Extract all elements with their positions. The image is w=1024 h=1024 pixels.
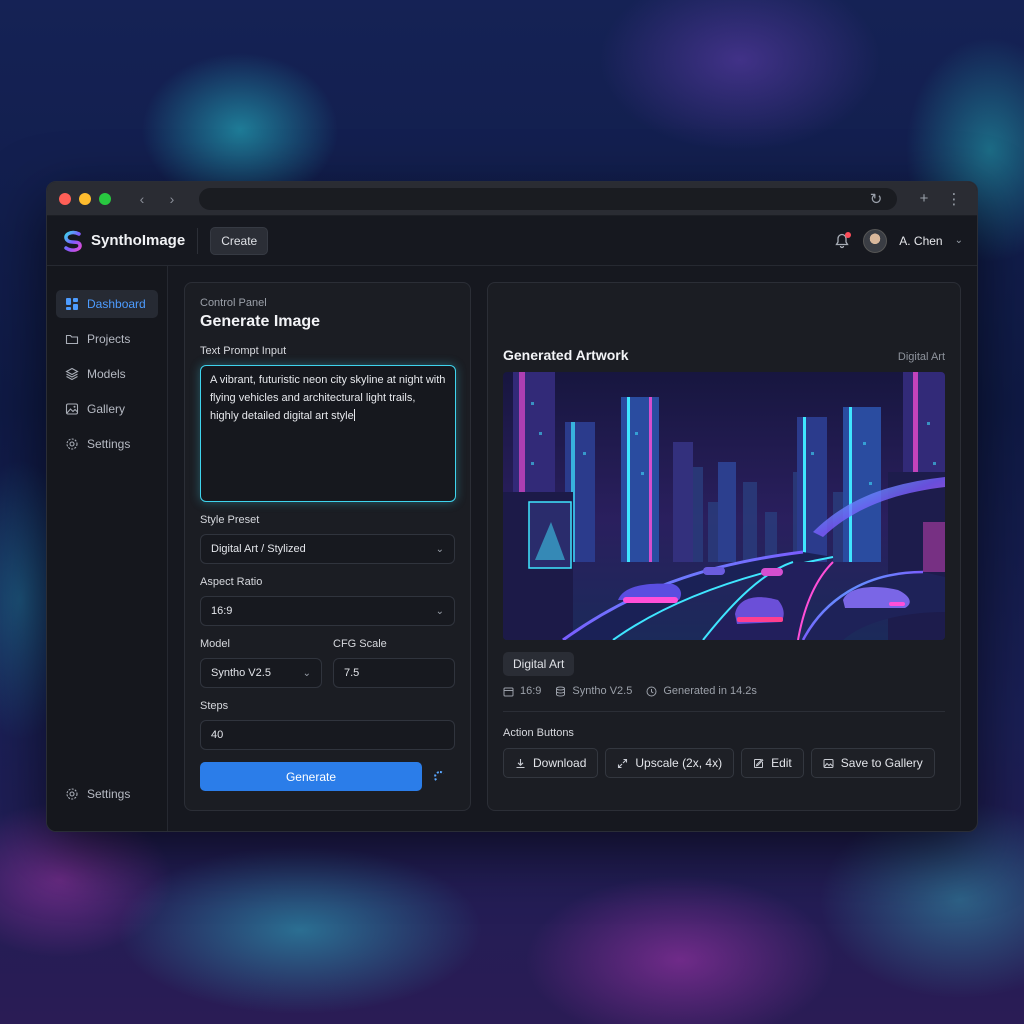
- dashboard-icon: [66, 298, 78, 310]
- maximize-window-button[interactable]: [99, 192, 111, 205]
- upscale-label: Upscale (2x, 4x): [635, 756, 723, 770]
- notification-badge: [845, 231, 852, 238]
- chevron-down-icon: ⌄: [435, 605, 444, 617]
- download-label: Download: [533, 756, 587, 770]
- artwork-metadata: 16:9 Syntho V2.5 Generated in 14.2s: [503, 685, 945, 712]
- header-divider: [197, 227, 199, 254]
- aspect-ratio-value: 16:9: [211, 605, 233, 617]
- sidebar-item-gallery[interactable]: Gallery: [56, 395, 158, 423]
- user-name[interactable]: A. Chen: [899, 234, 942, 248]
- new-tab-icon[interactable]: +: [913, 190, 935, 207]
- meta-aspect-ratio-value: 16:9: [520, 685, 542, 697]
- edit-icon: [754, 758, 764, 768]
- sidebar-item-projects[interactable]: Projects: [56, 325, 158, 353]
- sidebar-item-label: Dashboard: [87, 297, 146, 311]
- app-name: SynthoImage: [91, 232, 186, 249]
- save-to-gallery-button[interactable]: Save to Gallery: [810, 748, 935, 778]
- sidebar-bottom-settings[interactable]: Settings: [56, 780, 139, 808]
- model-value: Syntho V2.5: [211, 667, 271, 679]
- image-icon: [823, 758, 834, 768]
- folder-icon: [65, 334, 79, 345]
- meta-generation-time-value: Generated in 14.2s: [663, 685, 757, 697]
- expand-icon: [618, 758, 628, 768]
- steps-label: Steps: [200, 700, 229, 712]
- generated-artwork-image[interactable]: [503, 372, 945, 640]
- address-bar[interactable]: ↻: [199, 187, 897, 210]
- output-panel: Generated Artwork Digital Art Digital Ar…: [487, 282, 961, 811]
- reload-icon[interactable]: ↻: [865, 190, 887, 208]
- action-buttons: Download Upscale (2x, 4x) Edit Save to G…: [503, 748, 945, 778]
- prompt-text: A vibrant, futuristic neon city skyline …: [210, 374, 446, 422]
- panel-title: Generate Image: [200, 313, 321, 330]
- app-header: SynthoImage Create A. Chen ⌄: [47, 216, 977, 266]
- style-preset-label: Style Preset: [200, 514, 260, 526]
- gear-icon: [66, 438, 78, 450]
- chevron-down-icon: ⌄: [435, 543, 444, 555]
- model-select[interactable]: Syntho V2.5 ⌄: [200, 658, 322, 688]
- browser-menu-icon[interactable]: ⋮: [943, 190, 965, 208]
- cfg-scale-input[interactable]: 7.5: [333, 658, 455, 688]
- sidebar-item-label: Settings: [87, 437, 131, 451]
- main-content: Control Panel Generate Image Text Prompt…: [168, 266, 977, 831]
- chevron-down-icon: ⌄: [302, 667, 311, 679]
- text-caret: [353, 409, 355, 421]
- control-panel: Control Panel Generate Image Text Prompt…: [184, 282, 471, 811]
- sidebar-item-label: Models: [87, 367, 126, 381]
- output-style-tag: Digital Art: [897, 351, 945, 363]
- back-arrow-icon[interactable]: ‹: [131, 191, 153, 207]
- browser-window: ‹ › ↻ + ⋮ SynthoImage Create A. Chen ⌄ D…: [46, 181, 978, 832]
- create-button[interactable]: Create: [210, 226, 269, 255]
- panel-eyebrow: Control Panel: [200, 297, 267, 309]
- edit-button[interactable]: Edit: [741, 748, 804, 778]
- synthoimage-logo-icon: [64, 230, 82, 252]
- notification-bell-icon[interactable]: [833, 231, 852, 250]
- action-buttons-label: Action Buttons: [503, 727, 574, 739]
- aspect-ratio-label: Aspect Ratio: [200, 576, 263, 588]
- download-button[interactable]: Download: [503, 748, 599, 778]
- output-title: Generated Artwork: [503, 347, 629, 363]
- steps-input[interactable]: 40: [200, 720, 455, 750]
- meta-model-value: Syntho V2.5: [572, 685, 633, 697]
- user-avatar[interactable]: [863, 228, 888, 253]
- meta-generation-time: Generated in 14.2s: [646, 685, 757, 697]
- style-chip[interactable]: Digital Art: [503, 652, 575, 676]
- cfg-scale-value: 7.5: [344, 667, 360, 679]
- image-icon: [65, 403, 79, 415]
- layers-icon: [65, 367, 79, 381]
- sidebar-item-models[interactable]: Models: [56, 360, 158, 388]
- close-window-button[interactable]: [59, 192, 71, 205]
- chevron-down-icon[interactable]: ⌄: [955, 235, 963, 246]
- style-preset-value: Digital Art / Stylized: [211, 543, 306, 555]
- gear-icon: [66, 788, 78, 800]
- browser-chrome: ‹ › ↻ + ⋮: [47, 182, 977, 216]
- download-icon: [516, 758, 525, 768]
- loading-spinner-icon: [434, 770, 446, 783]
- save-to-gallery-label: Save to Gallery: [840, 756, 923, 770]
- edit-label: Edit: [771, 756, 792, 770]
- clock-icon: [646, 686, 657, 696]
- sidebar-item-label: Projects: [87, 332, 131, 346]
- meta-aspect-ratio: 16:9: [503, 685, 541, 697]
- sidebar-item-dashboard[interactable]: Dashboard: [56, 290, 158, 318]
- aspect-ratio-select[interactable]: 16:9 ⌄: [200, 596, 455, 626]
- prompt-textarea[interactable]: A vibrant, futuristic neon city skyline …: [200, 365, 456, 502]
- style-preset-select[interactable]: Digital Art / Stylized ⌄: [200, 534, 455, 564]
- calendar-icon: [503, 687, 514, 696]
- forward-arrow-icon[interactable]: ›: [161, 191, 183, 207]
- steps-value: 40: [211, 729, 224, 741]
- generate-button[interactable]: Generate: [200, 762, 422, 791]
- sidebar-item-label: Gallery: [87, 402, 126, 416]
- cfg-scale-label: CFG Scale: [333, 638, 387, 650]
- model-label: Model: [200, 638, 230, 650]
- prompt-label: Text Prompt Input: [200, 345, 287, 357]
- sidebar: Dashboard Projects Models Gallery Settin…: [47, 266, 168, 831]
- upscale-button[interactable]: Upscale (2x, 4x): [605, 748, 735, 778]
- minimize-window-button[interactable]: [79, 192, 91, 205]
- sidebar-bottom-label: Settings: [87, 787, 131, 801]
- database-icon: [556, 686, 566, 697]
- sidebar-item-settings[interactable]: Settings: [56, 430, 158, 458]
- meta-model: Syntho V2.5: [555, 685, 632, 697]
